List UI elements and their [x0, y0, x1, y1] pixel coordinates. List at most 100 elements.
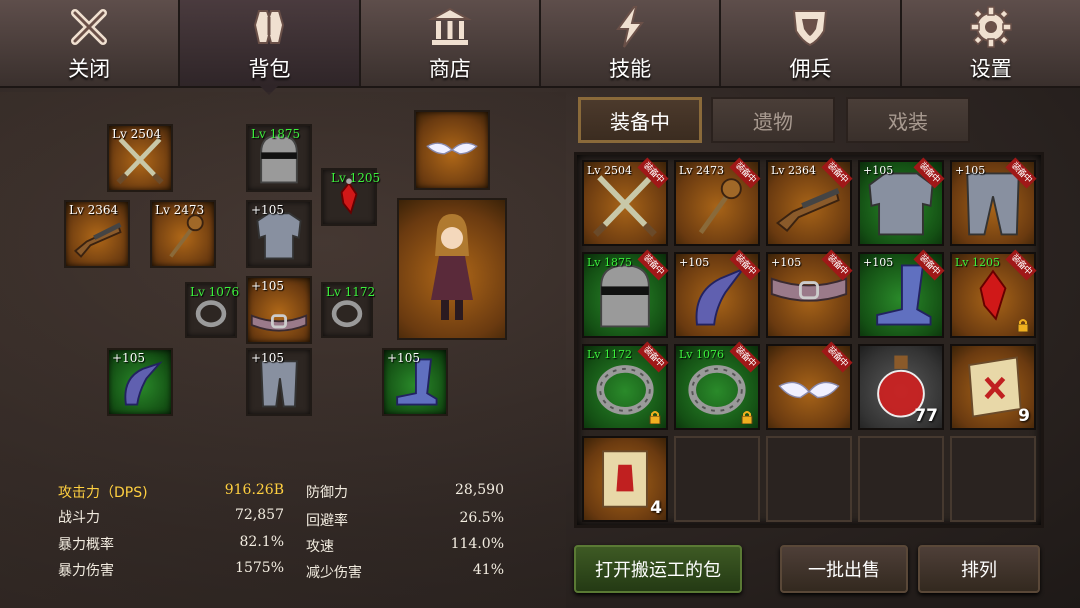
nav-label-backpack: 背包 [248, 57, 291, 81]
inventory-slot-empty[interactable] [674, 436, 760, 522]
equip-slot-gun[interactable]: Lv 2364 [64, 200, 130, 268]
nav-label-shop: 商店 [428, 57, 471, 81]
stat-atk-speed-label: 攻速 [306, 539, 334, 555]
stat-evade-value: 26.5% [459, 510, 504, 526]
slot-level: Lv 1875 [251, 127, 301, 141]
equip-slot-gloves[interactable]: +105 [107, 348, 173, 416]
nav-label-skill: 技能 [609, 57, 652, 81]
equip-slot-belt[interactable]: +105 [246, 276, 312, 344]
top-nav: 关闭 背包 商店 技能 佣兵 设置 [0, 0, 1080, 95]
stat-crit-rate-value: 82.1% [239, 534, 284, 550]
nav-settings[interactable]: 设置 [901, 0, 1080, 86]
stat-crit-dmg-value: 1575% [235, 560, 284, 576]
inventory-slot[interactable]: 4 [582, 436, 668, 522]
nav-mercenary[interactable]: 佣兵 [721, 0, 902, 86]
slot-level: Lv 2364 [771, 164, 817, 177]
lock-icon [741, 411, 753, 424]
tab-relics[interactable]: 遗物 [711, 97, 835, 143]
equip-slot-mace[interactable]: Lv 2473 [150, 200, 216, 268]
lock-icon [1017, 319, 1029, 332]
slot-level: Lv 1172 [587, 348, 633, 361]
nav-skill[interactable]: 技能 [540, 0, 722, 86]
inventory-slot[interactable]: Lv 1172 装备中 [582, 341, 669, 430]
slot-level: +105 [863, 164, 894, 177]
slot-level: +105 [251, 351, 284, 365]
equip-slot-ring-left[interactable]: Lv 1076 [185, 282, 239, 338]
slot-level: Lv 1205 [331, 171, 381, 185]
nav-label-settings: 设置 [969, 57, 1012, 81]
equip-slot-helmet[interactable]: Lv 1875 [246, 124, 312, 192]
item-quantity: 9 [1018, 406, 1030, 426]
stat-crit-rate-label: 暴力概率 [58, 537, 114, 553]
inventory-slot[interactable]: 装备中 [766, 341, 853, 430]
nav-label-close: 关闭 [68, 57, 111, 81]
slot-level: Lv 1076 [679, 348, 725, 361]
stat-defense-value: 28,590 [455, 482, 504, 498]
inventory-grid: Lv 2504 装备中 Lv 2473 装备中 Lv 2364 装备中 +105 装备中 +10… [574, 152, 1044, 528]
close-icon [66, 4, 112, 50]
equip-slot-accessory[interactable] [414, 110, 490, 190]
tab-costume[interactable]: 戏装 [846, 97, 970, 143]
backpack-icon [246, 4, 292, 50]
character-portrait [397, 198, 507, 340]
stats-panel: 攻击力（DPS) 916.26B 战斗力 72,857 暴力概率 82.1% 暴… [56, 480, 506, 590]
inventory-slot[interactable]: +105 装备中 [858, 249, 945, 338]
slot-level: +105 [387, 351, 420, 365]
stat-power-label: 战斗力 [58, 510, 100, 526]
slot-level: +105 [955, 164, 986, 177]
inventory-slot[interactable]: Lv 1875 装备中 [582, 249, 669, 338]
equip-slot-amulet[interactable]: Lv 1205 [321, 168, 381, 226]
nav-label-mercenary: 佣兵 [789, 57, 832, 81]
inventory-slot-empty[interactable] [950, 436, 1036, 522]
slot-level: Lv 2473 [155, 203, 205, 217]
stat-crit-dmg-label: 暴力伤害 [58, 563, 114, 579]
nav-shop[interactable]: 商店 [360, 0, 541, 86]
open-porter-bag-button[interactable]: 打开搬运工的包 [574, 545, 742, 593]
equip-slot-weapon-main[interactable]: Lv 2504 [107, 124, 173, 192]
slot-level: Lv 2364 [69, 203, 119, 217]
inventory-slot[interactable]: Lv 2504 装备中 [582, 157, 669, 246]
item-quantity: 77 [914, 406, 938, 426]
equip-slot-ring-right[interactable]: Lv 1172 [321, 282, 376, 338]
slot-level: +105 [863, 256, 894, 269]
mercenary-shield-icon [787, 4, 833, 50]
slot-level: +105 [771, 256, 802, 269]
inventory-slot-empty[interactable] [858, 436, 944, 522]
tab-equipped[interactable]: 装备中 [578, 97, 702, 143]
stat-power-value: 72,857 [235, 507, 284, 523]
slot-level: Lv 1172 [326, 285, 376, 299]
stat-dmg-reduce-value: 41% [472, 562, 504, 578]
slot-level: Lv 2504 [112, 127, 162, 141]
slot-level: Lv 2473 [679, 164, 725, 177]
shop-icon [427, 4, 473, 50]
slot-level: +105 [112, 351, 145, 365]
inventory-slot[interactable]: 77 [858, 344, 944, 430]
stat-evade-label: 回避率 [306, 513, 348, 529]
inventory-slot[interactable]: 9 [950, 344, 1036, 430]
slot-level: Lv 2504 [587, 164, 633, 177]
lock-icon [649, 411, 661, 424]
inventory-slot[interactable]: Lv 2473 装备中 [674, 157, 761, 246]
slot-level: +105 [251, 203, 284, 217]
inventory-slot[interactable]: Lv 1205 装备中 [950, 249, 1037, 338]
equip-slot-pants[interactable]: +105 [246, 348, 312, 416]
nav-close[interactable]: 关闭 [0, 0, 181, 86]
slot-level: +105 [251, 279, 284, 293]
inventory-slot[interactable]: Lv 1076 装备中 [674, 341, 761, 430]
bulk-sell-button[interactable]: 一批出售 [780, 545, 908, 593]
sort-button[interactable]: 排列 [918, 545, 1040, 593]
stat-atk-speed-value: 114.0% [450, 536, 504, 552]
gear-icon [968, 4, 1014, 50]
equip-slot-armor[interactable]: +105 [246, 200, 312, 268]
inventory-slot[interactable]: +105 装备中 [858, 157, 945, 246]
inventory-slot[interactable]: +105 装备中 [674, 249, 761, 338]
inventory-slot[interactable]: Lv 2364 装备中 [766, 157, 853, 246]
inventory-slot[interactable]: +105 装备中 [950, 157, 1037, 246]
equip-slot-boots[interactable]: +105 [382, 348, 448, 416]
nav-backpack[interactable]: 背包 [180, 0, 361, 95]
inventory-slot[interactable]: +105 装备中 [766, 249, 853, 338]
inventory-slot-empty[interactable] [766, 436, 852, 522]
stat-attack-label: 攻击力（DPS) [58, 485, 148, 501]
slot-level: Lv 1875 [587, 256, 633, 269]
skill-lightning-icon [607, 4, 653, 50]
